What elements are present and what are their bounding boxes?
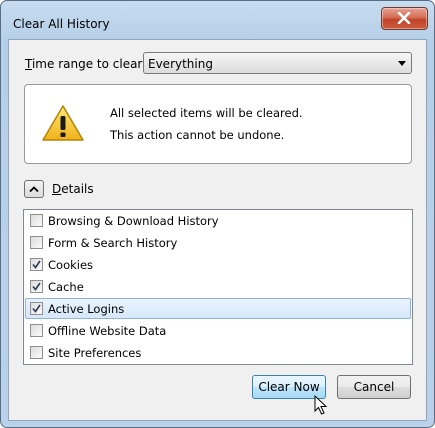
clear-history-dialog: Clear All History Time range to clear: E… [0, 0, 435, 428]
list-item[interactable]: Form & Search History [25, 232, 411, 253]
list-item[interactable]: Active Logins [25, 298, 411, 319]
item-label: Active Logins [48, 302, 125, 316]
list-item[interactable]: Cache [25, 276, 411, 297]
details-toggle-button[interactable] [24, 180, 44, 198]
list-item[interactable]: Browsing & Download History [25, 210, 411, 231]
list-item[interactable]: Cookies [25, 254, 411, 275]
list-item[interactable]: Site Preferences [25, 342, 411, 363]
warning-panel: All selected items will be cleared. This… [24, 84, 412, 164]
close-button[interactable] [381, 7, 428, 30]
check-icon [32, 304, 41, 313]
warning-text-line2: This action cannot be undone. [110, 128, 285, 142]
checkbox[interactable] [30, 236, 43, 249]
item-label: Form & Search History [48, 236, 178, 250]
item-label: Site Preferences [48, 346, 142, 360]
checkbox[interactable] [30, 302, 43, 315]
mouse-cursor-icon [314, 395, 328, 415]
list-item[interactable]: Offline Website Data [25, 320, 411, 341]
window-title: Clear All History [13, 17, 110, 31]
checkbox[interactable] [30, 258, 43, 271]
item-label: Cookies [48, 258, 94, 272]
time-range-value: Everything [148, 57, 213, 71]
dialog-body: Time range to clear: Everything All sele… [8, 39, 427, 421]
check-icon [32, 282, 41, 291]
item-label: Browsing & Download History [48, 214, 219, 228]
warning-icon [42, 105, 84, 141]
time-range-label-text: ime range to clear: [31, 57, 147, 71]
checkbox[interactable] [30, 324, 43, 337]
cancel-button[interactable]: Cancel [337, 375, 411, 399]
checkbox[interactable] [30, 280, 43, 293]
time-range-label-accel: T [25, 57, 32, 71]
warning-text-line1: All selected items will be cleared. [110, 106, 303, 120]
details-label-accel: D [52, 182, 62, 196]
close-icon [397, 12, 411, 24]
check-icon [32, 260, 41, 269]
item-label: Cache [48, 280, 84, 294]
time-range-select[interactable]: Everything [143, 52, 412, 74]
title-bar[interactable]: Clear All History [1, 1, 434, 41]
history-items-list: Browsing & Download History Form & Searc… [23, 209, 413, 365]
item-label: Offline Website Data [48, 324, 167, 338]
checkbox[interactable] [30, 214, 43, 227]
details-label: Details [52, 182, 94, 196]
checkbox[interactable] [30, 346, 43, 359]
chevron-up-icon [29, 186, 39, 192]
chevron-down-icon [398, 61, 406, 66]
time-range-label: Time range to clear: [25, 57, 146, 71]
details-label-text: etails [61, 182, 94, 196]
